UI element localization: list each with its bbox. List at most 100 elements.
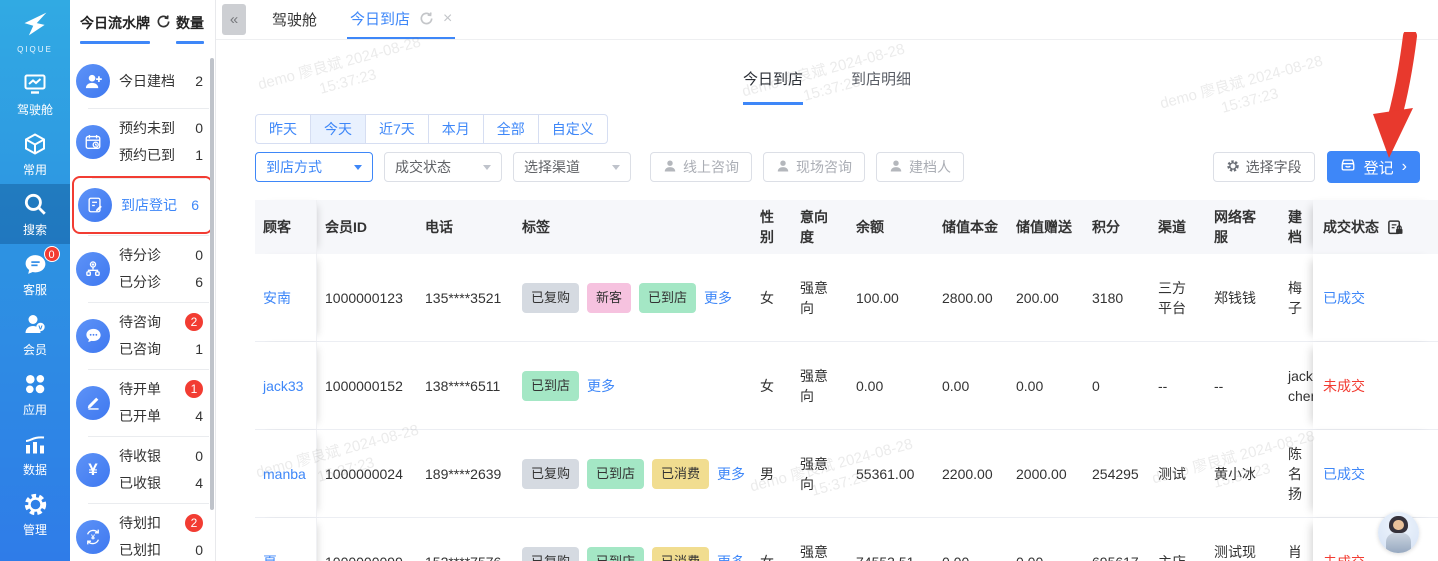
- flow-row-consult[interactable]: 待咨询 2: [119, 312, 203, 332]
- flow-row-today-created[interactable]: 今日建档 2: [119, 71, 203, 91]
- column-header-customer[interactable]: 顾客: [255, 200, 317, 254]
- customer-name-link[interactable]: 夏: [263, 552, 277, 561]
- cell-value: 3180: [1092, 288, 1123, 308]
- select-channel[interactable]: 选择渠道: [513, 152, 631, 182]
- table-row[interactable]: 安南1000000123135****3521已复购新客已到店更多女强意向100…: [255, 254, 1438, 342]
- more-tags-link[interactable]: 更多: [717, 552, 745, 561]
- date-filter-button[interactable]: 全部: [483, 114, 539, 144]
- flow-group-consult[interactable]: 待咨询 2 已咨询 1: [70, 302, 215, 369]
- lock-fields-icon[interactable]: [1387, 219, 1404, 236]
- flow-row-order[interactable]: 已开单 4: [119, 406, 203, 426]
- refresh-icon[interactable]: [156, 14, 171, 29]
- table-row[interactable]: manba1000000024189****2639已复购已到店已消费更多男强意…: [255, 430, 1438, 518]
- deal-status-value: 已成交: [1323, 464, 1365, 484]
- column-header-tags[interactable]: 标签: [514, 200, 752, 254]
- column-header-label: 意向度: [800, 207, 834, 247]
- sidebar-item-member[interactable]: v 会员: [0, 304, 70, 364]
- triage-icon: [76, 252, 110, 286]
- cell-creator: jack chen: [1280, 342, 1313, 429]
- flow-group-cashier[interactable]: ¥ 待收银 0 已收银 4: [70, 436, 215, 503]
- more-tags-link[interactable]: 更多: [587, 376, 615, 396]
- customer-name-link[interactable]: 安南: [263, 288, 291, 308]
- tag-list: 已复购已到店已消费更多: [522, 459, 745, 489]
- date-filter-button[interactable]: 今天: [310, 114, 366, 144]
- customer-name-link[interactable]: jack33: [263, 376, 303, 396]
- table-row[interactable]: 夏1000000099152****7576已复购已到店已消费更多女强意向745…: [255, 518, 1438, 561]
- flow-group-store-register[interactable]: 到店登记 6: [72, 176, 213, 234]
- scrollbar[interactable]: [210, 58, 214, 510]
- column-header-creator[interactable]: 建档: [1280, 200, 1313, 254]
- flow-row-appointment[interactable]: 预约已到 1: [119, 145, 203, 165]
- flow-row-deduct[interactable]: 已划扣 0: [119, 540, 203, 560]
- person-filter-online-consult[interactable]: 线上咨询: [650, 152, 752, 182]
- register-button[interactable]: 登记 ›: [1327, 151, 1420, 183]
- column-header-gender[interactable]: 性别: [752, 200, 792, 254]
- cell-points: 0: [1084, 342, 1150, 429]
- flow-row-deduct[interactable]: 待划扣 2: [119, 513, 203, 533]
- flow-group-order[interactable]: 待开单 1 已开单 4: [70, 369, 215, 436]
- tag-chip: 已复购: [522, 547, 579, 561]
- customer-name-link[interactable]: manba: [263, 464, 306, 484]
- flow-row-order[interactable]: 待开单 1: [119, 379, 203, 399]
- collapse-sidebar-button[interactable]: «: [222, 4, 246, 35]
- flow-row-cashier[interactable]: 待收银 0: [119, 446, 203, 466]
- window-tab-dashboard[interactable]: 驾驶舱: [272, 0, 317, 39]
- date-filter-button[interactable]: 昨天: [255, 114, 311, 144]
- date-filter-button[interactable]: 本月: [428, 114, 484, 144]
- flow-count: 6: [191, 197, 199, 213]
- flow-group-triage[interactable]: 待分诊 0 已分诊 6: [70, 235, 215, 302]
- column-header-online-cs[interactable]: 网络客服: [1206, 200, 1280, 254]
- tab-refresh-icon[interactable]: [419, 11, 434, 26]
- more-tags-link[interactable]: 更多: [717, 464, 745, 484]
- flow-row-appointment[interactable]: 预约未到 0: [119, 118, 203, 138]
- column-header-member-id[interactable]: 会员ID: [317, 200, 417, 254]
- person-filter-creator[interactable]: 建档人: [876, 152, 964, 182]
- column-header-intent[interactable]: 意向度: [792, 200, 848, 254]
- select-arrival-method[interactable]: 到店方式: [255, 152, 373, 182]
- sidebar-item-data[interactable]: 数据: [0, 424, 70, 484]
- column-header-channel[interactable]: 渠道: [1150, 200, 1206, 254]
- top-tabs: 驾驶舱 今日到店 ×: [246, 0, 455, 39]
- flow-row-consult[interactable]: 已咨询 1: [119, 339, 203, 359]
- flow-row-triage[interactable]: 已分诊 6: [119, 272, 203, 292]
- cashier-icon: ¥: [76, 453, 110, 487]
- sidebar-item-search[interactable]: 搜索: [0, 184, 70, 244]
- column-header-phone[interactable]: 电话: [417, 200, 514, 254]
- cell-stored-bonus: 0.00: [1008, 518, 1084, 561]
- dashboard-icon: [23, 71, 47, 98]
- column-header-points[interactable]: 积分: [1084, 200, 1150, 254]
- flow-row-cashier[interactable]: 已收银 4: [119, 473, 203, 493]
- flow-group-today-created[interactable]: 今日建档 2: [70, 54, 215, 108]
- table-row[interactable]: jack331000000152138****6511已到店更多女强意向0.00…: [255, 342, 1438, 430]
- column-header-stored-bonus[interactable]: 储值赠送: [1008, 200, 1084, 254]
- person-filter-onsite-consult[interactable]: 现场咨询: [763, 152, 865, 182]
- date-filter-button[interactable]: 近7天: [365, 114, 429, 144]
- assistant-avatar[interactable]: [1378, 512, 1419, 553]
- sidebar-item-apps[interactable]: 应用: [0, 364, 70, 424]
- select-deal-status[interactable]: 成交状态: [384, 152, 502, 182]
- sidebar-item-admin[interactable]: 管理: [0, 484, 70, 544]
- sidebar-item-service[interactable]: 0 客服: [0, 244, 70, 304]
- date-filter-button[interactable]: 自定义: [538, 114, 608, 144]
- more-tags-link[interactable]: 更多: [704, 288, 732, 308]
- flow-group-appointment[interactable]: 预约未到 0 预约已到 1: [70, 108, 215, 175]
- brand-logo[interactable]: QIQUE: [0, 0, 70, 64]
- flow-row-store-register[interactable]: 到店登记 6: [121, 195, 199, 215]
- tab-close-icon[interactable]: ×: [443, 10, 452, 28]
- flow-group-deduct[interactable]: ¥ 待划扣 2 已划扣 0: [70, 503, 215, 561]
- column-header-balance[interactable]: 余额: [848, 200, 934, 254]
- select-fields-button[interactable]: 选择字段: [1213, 152, 1315, 182]
- flow-rows: 今日建档 2: [119, 71, 215, 91]
- column-header-stored-principal[interactable]: 储值本金: [934, 200, 1008, 254]
- sidebar-item-dashboard[interactable]: 驾驶舱: [0, 64, 70, 124]
- cell-gender: 女: [752, 254, 792, 341]
- cell-balance: 55361.00: [848, 430, 934, 517]
- content-tab-arrival-detail[interactable]: 到店明细: [851, 68, 911, 105]
- flow-row-label: 待开单: [119, 379, 161, 399]
- cell-customer: 夏: [255, 518, 317, 561]
- sidebar-item-common[interactable]: 常用: [0, 124, 70, 184]
- flow-row-triage[interactable]: 待分诊 0: [119, 245, 203, 265]
- window-tab-today-arrivals[interactable]: 今日到店 ×: [347, 0, 455, 39]
- column-header-deal-status[interactable]: 成交状态: [1313, 200, 1438, 254]
- content-tab-today-arrivals[interactable]: 今日到店: [743, 68, 803, 105]
